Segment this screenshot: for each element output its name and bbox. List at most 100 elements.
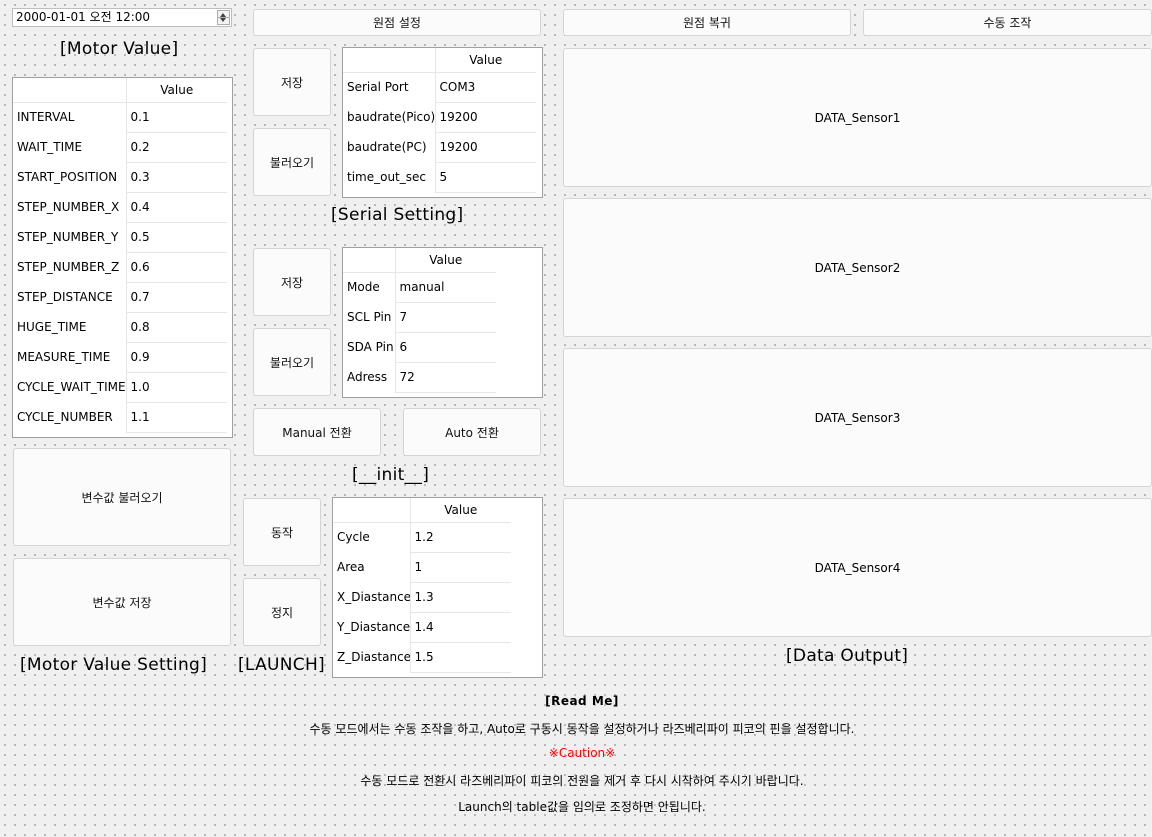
origin-return-button[interactable]: 원점 복귀 [563, 9, 851, 36]
manual-control-button[interactable]: 수동 조작 [863, 9, 1152, 36]
motor-row-header: MEASURE_TIME [13, 342, 126, 372]
launch-table[interactable]: Value Cycle 1.2 Area 1 X_Diastance 1.3 Y_Diast… [332, 497, 543, 678]
init-row[interactable]: SDA Pin 6 [343, 332, 496, 363]
serial-value-cell[interactable]: 5 [434, 162, 536, 193]
motor-row[interactable]: STEP_DISTANCE 0.7 [13, 282, 227, 313]
motor-row-header: CYCLE_NUMBER [13, 402, 126, 432]
motor-value-cell[interactable]: 1.1 [125, 402, 227, 433]
readme-line-2: 수동 모드로 전환시 라즈베리파이 피코의 전원을 제거 후 다시 시작하여 주… [360, 774, 804, 788]
readme-caution: ※Caution※ [548, 746, 616, 760]
data-output-title: [Data Output] [786, 646, 909, 666]
launch-value-cell[interactable]: 1.3 [409, 582, 511, 613]
motor-row[interactable]: CYCLE_NUMBER 1.1 [13, 402, 227, 433]
datetime-value: 2000-01-01 오전 12:00 [16, 10, 151, 24]
launch-row-header: Cycle [333, 522, 410, 552]
launch-value-cell[interactable]: 1.4 [409, 612, 511, 643]
motor-row-header: HUGE_TIME [13, 312, 126, 342]
motor-row[interactable]: WAIT_TIME 0.2 [13, 132, 227, 163]
init-table[interactable]: Value Mode manual SCL Pin 7 SDA Pin 6 Adress 72 [342, 247, 543, 398]
motor-value-cell[interactable]: 0.5 [125, 222, 227, 253]
motor-value-table[interactable]: Value INTERVAL 0.1 WAIT_TIME 0.2 START_POSIT… [12, 77, 233, 438]
motor-row-header: CYCLE_WAIT_TIME [13, 372, 126, 402]
motor-value-title: [Motor Value] [60, 39, 179, 59]
serial-row[interactable]: baudrate(Pico) 19200 [343, 102, 536, 133]
motor-value-cell[interactable]: 0.9 [125, 342, 227, 373]
init-row[interactable]: Adress 72 [343, 362, 496, 393]
motor-row[interactable]: CYCLE_WAIT_TIME 1.0 [13, 372, 227, 403]
motor-row[interactable]: HUGE_TIME 0.8 [13, 312, 227, 343]
datetime-spinner[interactable] [217, 10, 230, 25]
stop-button[interactable]: 정지 [243, 578, 321, 646]
origin-set-button[interactable]: 원점 설정 [253, 9, 541, 36]
motor-row[interactable]: STEP_NUMBER_X 0.4 [13, 192, 227, 223]
launch-title: [LAUNCH] [238, 655, 325, 675]
motor-row[interactable]: MEASURE_TIME 0.9 [13, 342, 227, 373]
sensor-3-output[interactable]: DATA_Sensor3 [563, 348, 1152, 487]
serial-row[interactable]: baudrate(PC) 19200 [343, 132, 536, 163]
motor-value-cell[interactable]: 0.6 [125, 252, 227, 283]
sensor-2-output[interactable]: DATA_Sensor2 [563, 198, 1152, 337]
motor-value-cell[interactable]: 0.1 [125, 102, 227, 133]
motor-row-header: STEP_DISTANCE [13, 282, 126, 312]
motor-value-cell[interactable]: 0.7 [125, 282, 227, 313]
init-value-cell[interactable]: 6 [394, 332, 496, 363]
readme-line-3: Launch의 table값을 임의로 조정하면 안됩니다. [458, 800, 706, 814]
launch-row-header: Z_Diastance [333, 642, 410, 672]
launch-row[interactable]: X_Diastance 1.3 [333, 582, 511, 613]
motor-value-cell[interactable]: 0.8 [125, 312, 227, 343]
serial-value-cell[interactable]: 19200 [434, 102, 536, 133]
motor-row-header: STEP_NUMBER_Y [13, 222, 126, 252]
launch-value-cell[interactable]: 1 [409, 552, 511, 583]
motor-row-header: START_POSITION [13, 162, 126, 192]
motor-row-header: WAIT_TIME [13, 132, 126, 162]
init-value-cell[interactable]: 7 [394, 302, 496, 333]
motor-row-header: INTERVAL [13, 102, 126, 132]
motor-value-cell[interactable]: 0.4 [125, 192, 227, 223]
sensor-1-output[interactable]: DATA_Sensor1 [563, 48, 1152, 187]
motor-row[interactable]: INTERVAL 0.1 [13, 102, 227, 133]
init-save-button[interactable]: 저장 [253, 248, 331, 316]
auto-mode-button[interactable]: Auto 전환 [403, 408, 541, 456]
serial-save-button[interactable]: 저장 [253, 48, 331, 116]
serial-row-header: time_out_sec [343, 162, 435, 192]
motor-row[interactable]: STEP_NUMBER_Y 0.5 [13, 222, 227, 253]
readme-line-1: 수동 모드에서는 수동 조작을 하고, Auto로 구동시 동작을 설정하거나 … [309, 722, 855, 736]
save-variables-button[interactable]: 변수값 저장 [13, 558, 231, 646]
init-value-cell[interactable]: manual [394, 272, 496, 303]
launch-row[interactable]: Cycle 1.2 [333, 522, 511, 553]
launch-row-header: Area [333, 552, 410, 582]
launch-row[interactable]: Z_Diastance 1.5 [333, 642, 511, 673]
spin-down-icon[interactable] [220, 18, 226, 22]
motor-value-cell[interactable]: 0.2 [125, 132, 227, 163]
init-load-button[interactable]: 불러오기 [253, 328, 331, 396]
launch-value-cell[interactable]: 1.2 [409, 522, 511, 553]
serial-row[interactable]: Serial Port COM3 [343, 72, 536, 103]
motor-column-header: Value [125, 78, 227, 103]
motor-value-cell[interactable]: 1.0 [125, 372, 227, 403]
motor-value-setting-title: [Motor Value Setting] [20, 655, 208, 675]
manual-mode-button[interactable]: Manual 전환 [253, 408, 381, 456]
serial-load-button[interactable]: 불러오기 [253, 128, 331, 196]
serial-setting-table[interactable]: Value Serial Port COM3 baudrate(Pico) 19200… [342, 47, 543, 198]
sensor-4-output[interactable]: DATA_Sensor4 [563, 498, 1152, 637]
init-row[interactable]: Mode manual [343, 272, 496, 303]
init-row-header: SCL Pin [343, 302, 395, 332]
launch-row[interactable]: Y_Diastance 1.4 [333, 612, 511, 643]
launch-value-cell[interactable]: 1.5 [409, 642, 511, 673]
init-row[interactable]: SCL Pin 7 [343, 302, 496, 333]
serial-setting-title: [Serial Setting] [331, 205, 464, 225]
motor-value-cell[interactable]: 0.3 [125, 162, 227, 193]
serial-value-cell[interactable]: COM3 [434, 72, 536, 103]
launch-row-header: X_Diastance [333, 582, 410, 612]
serial-row[interactable]: time_out_sec 5 [343, 162, 536, 193]
serial-row-header: baudrate(Pico) [343, 102, 435, 132]
motor-row[interactable]: START_POSITION 0.3 [13, 162, 227, 193]
run-button[interactable]: 동작 [243, 498, 321, 566]
init-row-header: Adress [343, 362, 395, 392]
load-variables-button[interactable]: 변수값 불러오기 [13, 448, 231, 546]
launch-row[interactable]: Area 1 [333, 552, 511, 583]
init-value-cell[interactable]: 72 [394, 362, 496, 393]
motor-row[interactable]: STEP_NUMBER_Z 0.6 [13, 252, 227, 283]
datetime-edit[interactable]: 2000-01-01 오전 12:00 [12, 8, 232, 27]
serial-value-cell[interactable]: 19200 [434, 132, 536, 163]
